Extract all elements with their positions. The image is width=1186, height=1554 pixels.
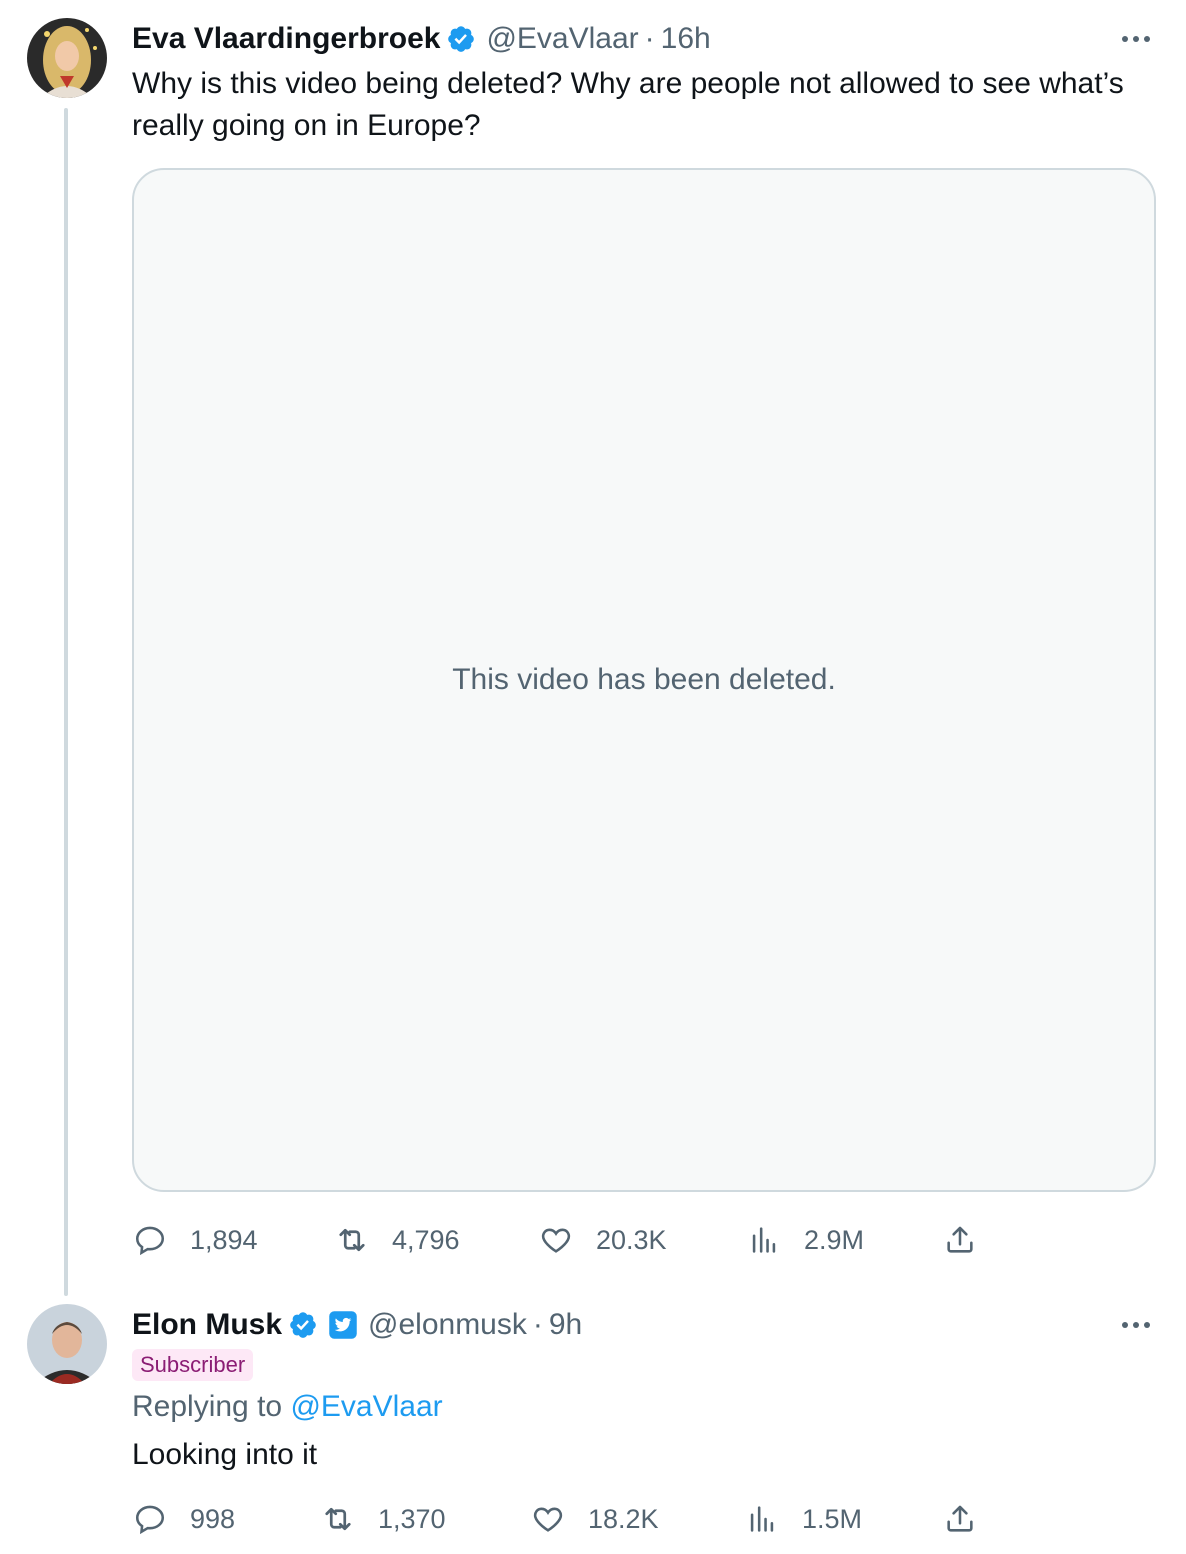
- replying-to-label: Replying to: [132, 1390, 283, 1423]
- views-button[interactable]: 1.5M: [744, 1497, 862, 1541]
- separator-dot: ·: [644, 22, 655, 55]
- reply-icon: [132, 1501, 168, 1537]
- reply-button[interactable]: 1,894: [132, 1218, 258, 1262]
- reply-icon: [132, 1222, 168, 1258]
- media-deleted-message: This video has been deleted.: [452, 663, 836, 696]
- like-count: 18.2K: [588, 1503, 659, 1534]
- repost-icon: [334, 1222, 370, 1258]
- like-button[interactable]: 20.3K: [538, 1218, 667, 1262]
- reply-button[interactable]: 998: [132, 1497, 235, 1541]
- verified-badge-icon: [446, 24, 476, 54]
- more-options-icon[interactable]: [1116, 24, 1156, 54]
- like-button[interactable]: 18.2K: [530, 1497, 659, 1541]
- like-count: 20.3K: [596, 1224, 667, 1255]
- repost-count: 4,796: [392, 1224, 460, 1255]
- views-chart-icon: [744, 1501, 780, 1537]
- tweet-actions: 1,894 4,796 20.3K 2.9M: [132, 1218, 1012, 1262]
- share-icon: [942, 1501, 978, 1537]
- thread-connector-line: [64, 108, 68, 1296]
- separator-dot: ·: [532, 1308, 543, 1341]
- replying-to-mention-link[interactable]: @EvaVlaar: [290, 1390, 442, 1423]
- repost-count: 1,370: [378, 1503, 446, 1534]
- tweet-text: Why is this video being deleted? Why are…: [132, 67, 1124, 142]
- tweet-time[interactable]: 16h: [661, 22, 711, 56]
- view-count: 2.9M: [804, 1224, 865, 1255]
- verified-badge-icon: [288, 1310, 318, 1340]
- share-button[interactable]: [942, 1218, 1000, 1262]
- views-button[interactable]: 2.9M: [746, 1218, 864, 1262]
- avatar-eva[interactable]: [27, 18, 107, 98]
- share-button[interactable]: [942, 1497, 1000, 1541]
- avatar-eva-image: [27, 18, 107, 98]
- repost-button[interactable]: 4,796: [334, 1218, 460, 1262]
- deleted-video-placeholder: This video has been deleted.: [132, 168, 1156, 1192]
- heart-icon: [538, 1222, 574, 1258]
- tweet-text: Looking into it: [132, 1438, 318, 1471]
- replying-to-line: Replying to @EvaVlaar: [132, 1390, 443, 1424]
- tweet-time[interactable]: 9h: [549, 1308, 582, 1342]
- view-count: 1.5M: [802, 1503, 863, 1534]
- tweet-actions: 998 1,370 18.2K 1.5M: [132, 1497, 1012, 1541]
- views-chart-icon: [746, 1222, 782, 1258]
- author-handle[interactable]: @elonmusk: [368, 1308, 527, 1342]
- heart-icon: [530, 1501, 566, 1537]
- reply-count: 998: [190, 1503, 236, 1534]
- author-name[interactable]: Elon Musk: [132, 1308, 282, 1342]
- avatar-elon[interactable]: [27, 1304, 107, 1384]
- avatar-elon-image: [27, 1304, 107, 1384]
- repost-icon: [320, 1501, 356, 1537]
- twitter-affiliate-icon[interactable]: [328, 1310, 358, 1340]
- author-handle[interactable]: @EvaVlaar: [486, 22, 638, 56]
- subscriber-badge[interactable]: Subscriber: [132, 1349, 254, 1381]
- author-name[interactable]: Eva Vlaardingerbroek: [132, 22, 440, 56]
- tweet-header: Elon Musk @elonmusk · 9h: [132, 1305, 582, 1345]
- reply-count: 1,894: [190, 1224, 258, 1255]
- repost-button[interactable]: 1,370: [320, 1497, 446, 1541]
- share-icon: [942, 1222, 978, 1258]
- more-options-icon[interactable]: [1116, 1310, 1156, 1340]
- tweet-header: Eva Vlaardingerbroek @EvaVlaar · 16h: [132, 19, 711, 59]
